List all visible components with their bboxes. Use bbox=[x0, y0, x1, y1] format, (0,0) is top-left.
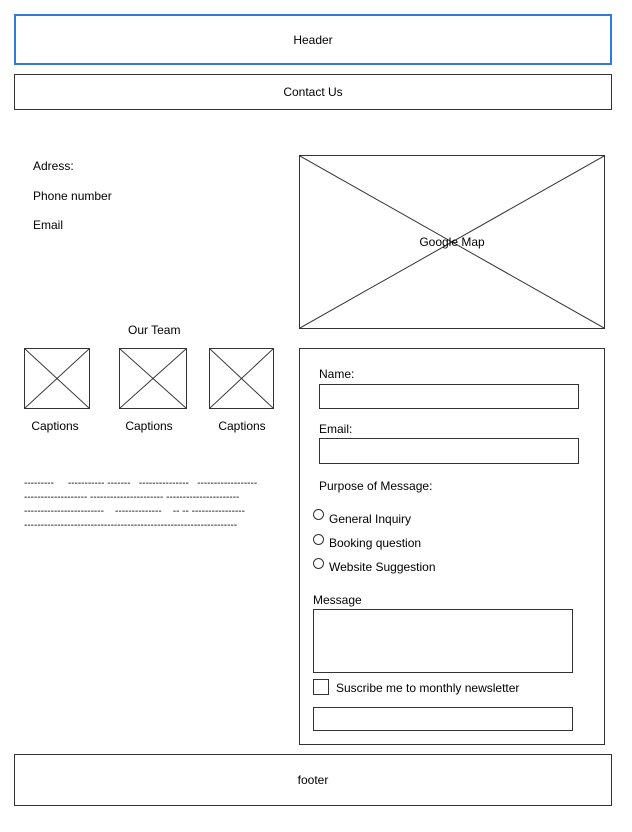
team-text-line-3: ------------------------ -------------- … bbox=[24, 506, 245, 517]
email-label: Email bbox=[33, 218, 64, 232]
team-text-line-1: --------- ----------- ------- ----------… bbox=[24, 478, 258, 489]
radio-website-suggestion[interactable] bbox=[313, 558, 324, 569]
image-placeholder-icon bbox=[25, 349, 89, 408]
address-label: Adress: bbox=[33, 159, 74, 173]
footer-bar: footer bbox=[14, 754, 612, 806]
purpose-label: Purpose of Message: bbox=[319, 479, 433, 493]
name-label: Name: bbox=[319, 367, 355, 381]
contact-us-bar[interactable]: Contact Us bbox=[14, 74, 612, 110]
message-textarea[interactable] bbox=[313, 609, 573, 673]
image-placeholder-icon bbox=[120, 349, 186, 408]
email-field[interactable] bbox=[319, 438, 579, 464]
radio-booking-question-label: Booking question bbox=[329, 536, 422, 550]
contact-us-label: Contact Us bbox=[283, 85, 343, 99]
message-label: Message bbox=[313, 593, 362, 607]
radio-website-suggestion-label: Website Suggestion bbox=[329, 560, 436, 574]
radio-booking-question[interactable] bbox=[313, 534, 324, 545]
name-field[interactable] bbox=[319, 384, 579, 409]
newsletter-label: Suscribe me to monthly newsletter bbox=[336, 681, 520, 695]
radio-general-inquiry[interactable] bbox=[313, 509, 324, 520]
header-label: Header bbox=[293, 32, 333, 47]
our-team-title: Our Team bbox=[128, 323, 181, 337]
google-map-label: Google Map bbox=[419, 235, 485, 249]
email-label: Email: bbox=[319, 422, 353, 436]
image-placeholder-icon bbox=[210, 349, 273, 408]
submit-field[interactable] bbox=[313, 707, 573, 731]
team-photo-2 bbox=[119, 348, 187, 409]
team-photo-1 bbox=[24, 348, 90, 409]
footer-label: footer bbox=[297, 773, 329, 787]
google-map-placeholder[interactable]: Google Map bbox=[299, 155, 605, 329]
team-text-line-4: ----------------------------------------… bbox=[24, 520, 238, 531]
team-caption-1: Captions bbox=[31, 419, 79, 433]
team-text-line-2: ------------------- --------------------… bbox=[24, 492, 240, 503]
header-bar: Header bbox=[14, 14, 612, 65]
team-caption-3: Captions bbox=[218, 419, 266, 433]
team-photo-3 bbox=[209, 348, 274, 409]
newsletter-checkbox[interactable] bbox=[313, 679, 329, 695]
team-caption-2: Captions bbox=[125, 419, 173, 433]
radio-general-inquiry-label: General Inquiry bbox=[329, 512, 412, 526]
phone-label: Phone number bbox=[33, 189, 112, 203]
